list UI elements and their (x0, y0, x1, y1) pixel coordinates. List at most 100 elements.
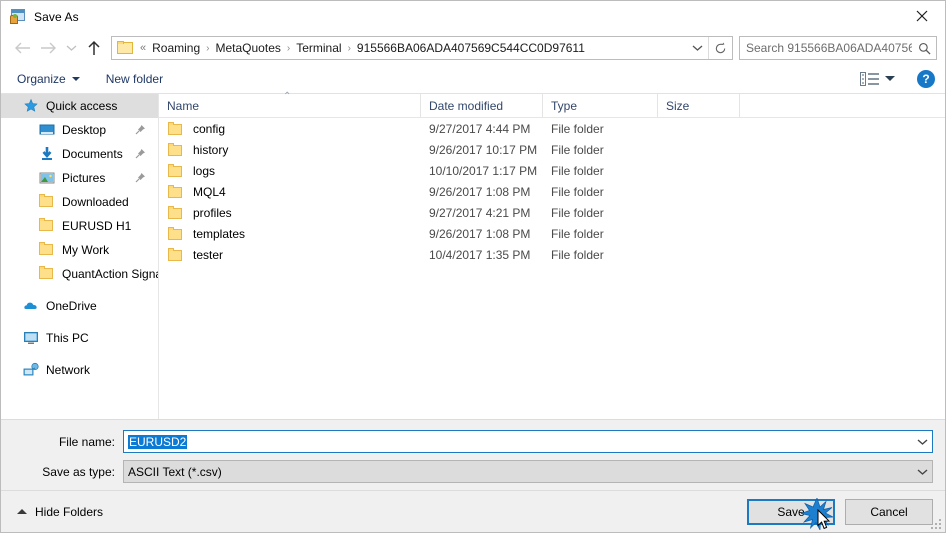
resize-grip-icon[interactable] (929, 517, 941, 529)
table-row[interactable]: templates 9/26/2017 1:08 PM File folder (159, 223, 945, 244)
table-row[interactable]: logs 10/10/2017 1:17 PM File folder (159, 160, 945, 181)
table-row[interactable]: tester 10/4/2017 1:35 PM File folder (159, 244, 945, 265)
address-bar[interactable]: « Roaming › MetaQuotes › Terminal › 9155… (111, 36, 733, 60)
hide-folders-button[interactable]: Hide Folders (13, 505, 103, 519)
column-header-date-modified[interactable]: Date modified (421, 94, 543, 117)
table-row[interactable]: profiles 9/27/2017 4:21 PM File folder (159, 202, 945, 223)
this-pc-icon (23, 330, 39, 346)
cell-name: tester (159, 247, 421, 262)
save-as-icon (10, 8, 26, 25)
refresh-button[interactable] (708, 37, 732, 59)
cell-type: File folder (551, 163, 604, 178)
breadcrumb-item-roaming[interactable]: Roaming (149, 41, 203, 55)
column-header-label: Date modified (429, 98, 504, 113)
table-row[interactable]: MQL4 9/26/2017 1:08 PM File folder (159, 181, 945, 202)
command-toolbar: Organize New folder ? (1, 64, 945, 94)
breadcrumb-item-metaquotes[interactable]: MetaQuotes (213, 41, 284, 55)
breadcrumb-separator: › (286, 42, 291, 54)
view-dropdown-button[interactable] (885, 76, 895, 81)
breadcrumb-overflow-icon[interactable]: « (139, 42, 149, 54)
cell-name: templates (159, 226, 421, 241)
table-row[interactable]: config 9/27/2017 4:44 PM File folder (159, 118, 945, 139)
sidebar-divider (1, 286, 158, 294)
close-button[interactable] (899, 1, 945, 31)
file-name-value-wrap: EURUSD2 (124, 434, 912, 449)
sidebar-item-desktop[interactable]: Desktop (1, 118, 158, 142)
column-header-name[interactable]: Name ⌃ (159, 91, 421, 117)
new-folder-button[interactable]: New folder (106, 72, 163, 86)
file-name: MQL4 (193, 184, 226, 199)
file-name: tester (193, 247, 224, 262)
file-list-pane[interactable]: Name ⌃ Date modified Type Size config 9/… (159, 91, 945, 419)
new-folder-label: New folder (105, 71, 164, 86)
save-button[interactable]: Save (747, 496, 835, 531)
forward-button[interactable] (35, 35, 61, 61)
save-form: File name: EURUSD2 Save as type: ASCII T… (1, 420, 945, 490)
sidebar-item-label: QuantAction Signal (62, 267, 158, 281)
sidebar-item-label: My Work (62, 243, 110, 257)
sidebar-item-label: Quick access (46, 99, 118, 113)
title-bar: Save As (1, 1, 945, 32)
cell-name: config (159, 121, 421, 136)
arrow-left-icon (14, 42, 30, 54)
column-header-type[interactable]: Type (543, 94, 658, 117)
table-row[interactable]: history 9/26/2017 10:17 PM File folder (159, 139, 945, 160)
column-header-size[interactable]: Size (658, 94, 740, 117)
column-headers: Name ⌃ Date modified Type Size (159, 91, 945, 118)
onedrive-icon (23, 298, 39, 314)
sidebar-item-quick-access[interactable]: Quick access (1, 94, 158, 118)
help-button[interactable]: ? (917, 69, 935, 88)
dialog-footer: Hide Folders Save Cancel (1, 490, 945, 532)
pictures-icon (39, 170, 55, 186)
sidebar-item-label: Network (46, 363, 91, 377)
navigation-pane[interactable]: Quick access Desktop Documents Pictures … (1, 94, 159, 419)
sidebar-item-quantaction-signal[interactable]: QuantAction Signal (1, 262, 158, 286)
sidebar-item-documents[interactable]: Documents (1, 142, 158, 166)
cell-type: File folder (551, 205, 604, 220)
breadcrumb-item-terminal[interactable]: Terminal (293, 41, 344, 55)
column-header-label: Name (167, 98, 200, 113)
pin-icon (135, 124, 146, 135)
breadcrumb-item-terminal-id[interactable]: 915566BA06ADA407569C544CC0D97611 (354, 41, 588, 55)
cell-date-modified: 9/27/2017 4:44 PM (429, 121, 531, 136)
save-as-type-dropdown-button[interactable] (912, 468, 932, 476)
view-layout-icon[interactable] (860, 71, 880, 86)
file-name: history (193, 142, 229, 157)
save-button-label: Save (777, 504, 805, 519)
cancel-button[interactable]: Cancel (845, 498, 933, 525)
folder-icon (168, 226, 184, 241)
address-dropdown-button[interactable] (686, 44, 708, 52)
file-name-dropdown-button[interactable] (912, 438, 932, 446)
sidebar-item-pictures[interactable]: Pictures (1, 166, 158, 190)
back-button[interactable] (9, 35, 35, 61)
file-name: profiles (193, 205, 232, 220)
folder-icon (168, 247, 184, 262)
file-name-input[interactable]: EURUSD2 (123, 430, 933, 453)
save-as-type-select[interactable]: ASCII Text (*.csv) (123, 460, 933, 483)
chevron-down-icon (917, 468, 927, 475)
search-placeholder: Search 915566BA06ADA40756... (746, 41, 912, 55)
up-button[interactable] (81, 35, 107, 61)
sidebar-item-onedrive[interactable]: OneDrive (1, 294, 158, 318)
sidebar-item-downloaded[interactable]: Downloaded (1, 190, 158, 214)
cell-type: File folder (551, 142, 604, 157)
click-burst-icon (799, 496, 835, 531)
dialog-body: Quick access Desktop Documents Pictures … (1, 91, 945, 420)
search-icon[interactable] (912, 42, 936, 55)
sidebar-item-this-pc[interactable]: This PC (1, 326, 158, 350)
search-input[interactable]: Search 915566BA06ADA40756... (739, 36, 937, 60)
close-icon (916, 10, 928, 22)
cell-type: File folder (551, 121, 604, 136)
organize-button[interactable]: Organize (17, 72, 80, 86)
sidebar-item-eurusd-h1[interactable]: EURUSD H1 (1, 214, 158, 238)
cell-date-modified: 9/26/2017 10:17 PM (429, 142, 538, 157)
save-as-dialog: Save As « Roaming › MetaQuotes › Termina… (0, 0, 946, 533)
cell-date-modified: 9/27/2017 4:21 PM (429, 205, 531, 220)
chevron-down-icon (692, 45, 702, 51)
sidebar-item-my-work[interactable]: My Work (1, 238, 158, 262)
recent-locations-button[interactable] (61, 35, 81, 61)
pin-icon (135, 148, 146, 159)
sidebar-item-network[interactable]: Network (1, 358, 158, 382)
column-header-label: Type (551, 98, 578, 113)
folder-icon (39, 194, 55, 210)
